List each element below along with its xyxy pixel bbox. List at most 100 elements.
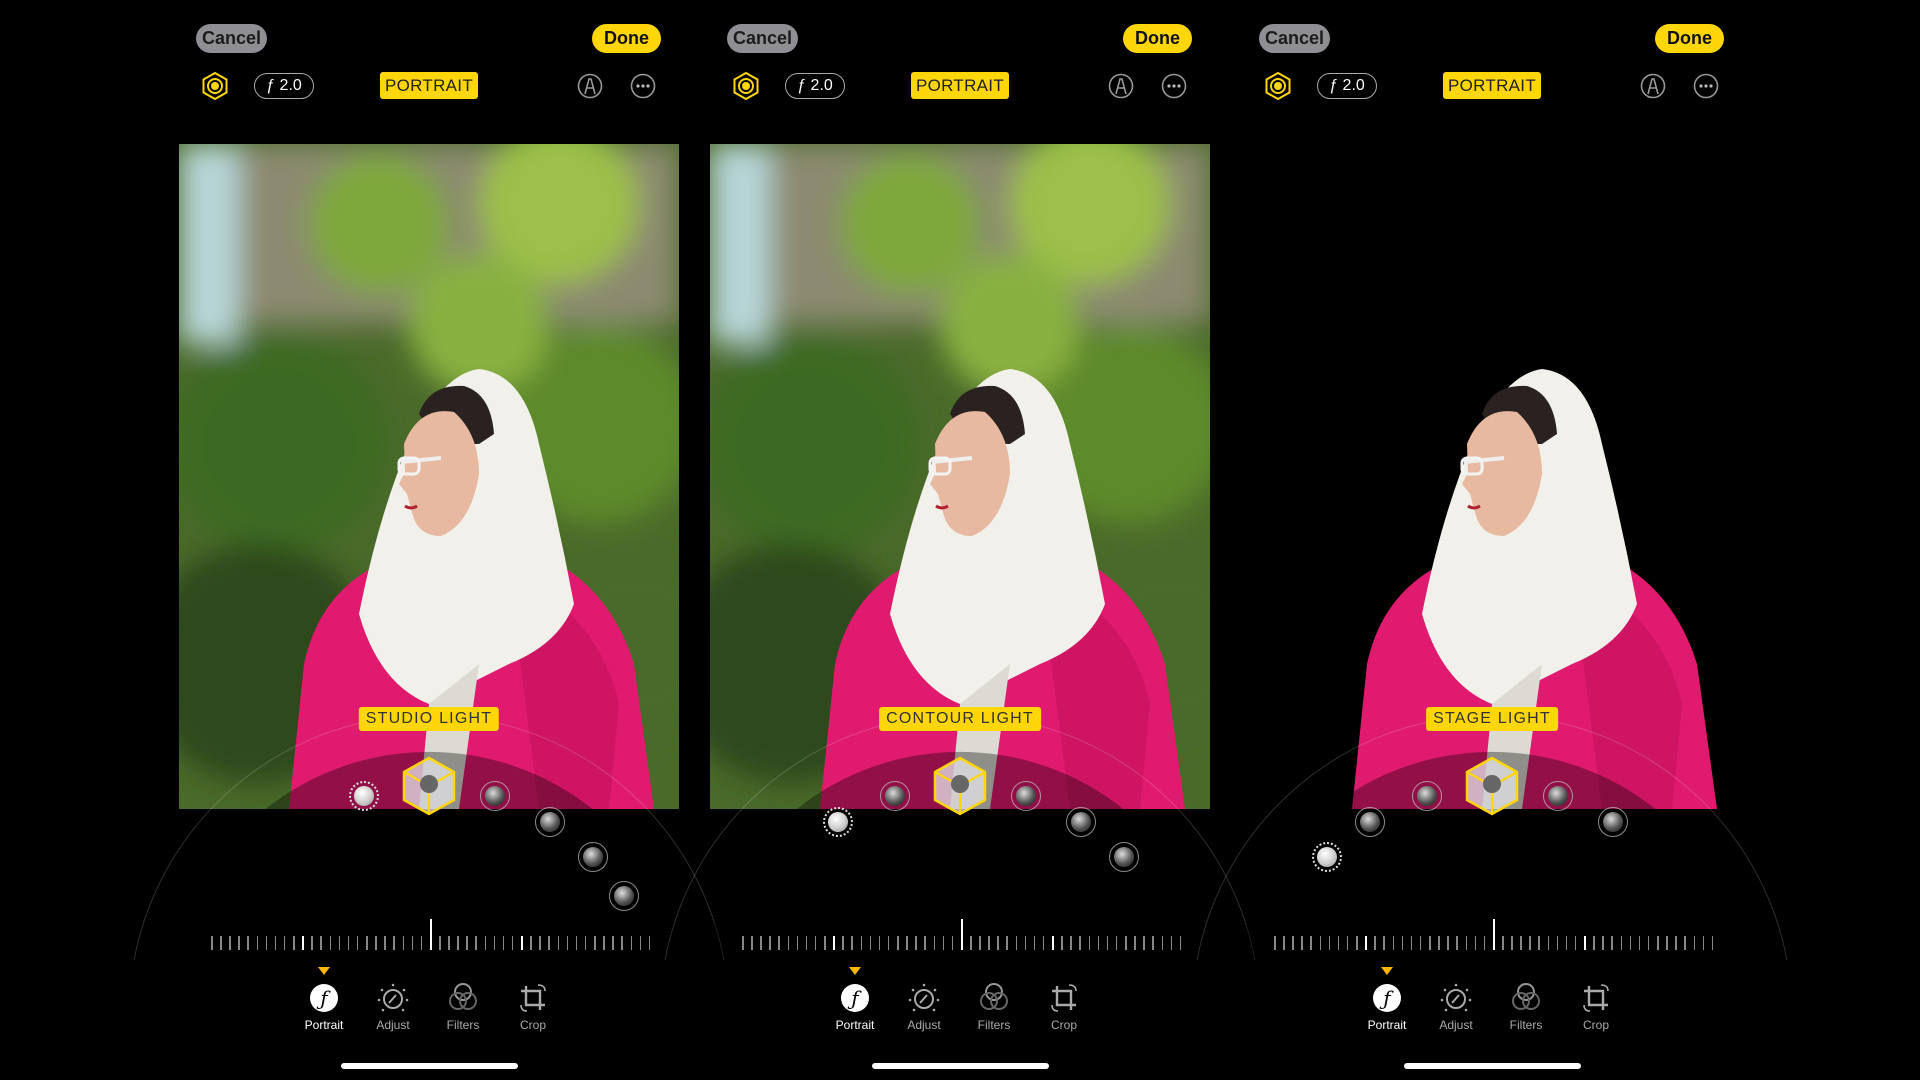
markup-pen-icon[interactable] [1108, 73, 1134, 99]
light-option[interactable] [535, 807, 565, 837]
light-option[interactable] [1543, 781, 1573, 811]
light-option[interactable] [349, 781, 379, 811]
more-options-icon[interactable] [1161, 73, 1187, 99]
more-options-icon[interactable] [630, 73, 656, 99]
portrait-lighting-hex-icon[interactable] [732, 72, 760, 100]
slider-tick [475, 936, 477, 950]
slider-tick [1079, 936, 1081, 950]
adjust-dial-icon [908, 983, 940, 1012]
markup-pen-icon[interactable] [577, 73, 603, 99]
tool-portrait[interactable]: ƒ Portrait [825, 982, 885, 1032]
slider-tick [393, 936, 395, 950]
slider-tick [1647, 936, 1650, 950]
selected-light-cube[interactable] [1465, 756, 1519, 816]
slider-tick [1346, 936, 1349, 950]
slider-tick [1125, 936, 1127, 950]
tool-label: Crop [1050, 1018, 1077, 1032]
slider-tick [979, 936, 981, 950]
slider-tick [1356, 936, 1358, 950]
light-option[interactable] [1066, 807, 1096, 837]
light-option[interactable] [1312, 842, 1342, 872]
editor-panel: Cancel Done ƒ 2.0 PORTRAIT STUDIO LIGHT … [133, 0, 725, 1080]
editor-panel: Cancel Done ƒ 2.0 PORTRAIT STAGE LIGHT ƒ… [1196, 0, 1788, 1080]
slider-tick [639, 936, 642, 950]
slider-tick [1657, 936, 1659, 950]
tool-filters[interactable]: Filters [1496, 982, 1556, 1032]
filters-circles-icon [1512, 983, 1540, 1010]
done-button[interactable]: Done [592, 24, 661, 53]
light-option[interactable] [1011, 781, 1041, 811]
cancel-button[interactable]: Cancel [196, 24, 267, 53]
selected-light-cube[interactable] [933, 756, 987, 816]
markup-pen-icon[interactable] [1640, 73, 1666, 99]
slider-tick [906, 936, 908, 950]
portrait-f-icon: ƒ [310, 984, 338, 1012]
slider-tick [1602, 936, 1604, 950]
slider-tick [1529, 936, 1531, 950]
slider-tick [924, 936, 926, 950]
home-indicator [341, 1063, 518, 1069]
tool-portrait[interactable]: ƒ Portrait [1357, 982, 1417, 1032]
tool-adjust[interactable]: Adjust [363, 982, 423, 1032]
tool-crop[interactable]: Crop [1034, 982, 1094, 1032]
portrait-toggle[interactable]: PORTRAIT [380, 72, 478, 99]
light-option[interactable] [1355, 807, 1385, 837]
slider-tick [293, 936, 295, 950]
light-option[interactable] [578, 842, 608, 872]
cancel-button[interactable]: Cancel [727, 24, 798, 53]
intensity-slider[interactable] [179, 910, 679, 950]
slider-tick [751, 936, 753, 950]
light-sphere-icon [885, 786, 905, 806]
slider-tick [211, 936, 213, 950]
light-sphere-icon [1114, 847, 1134, 867]
lighting-effect-label: CONTOUR LIGHT [879, 707, 1041, 731]
editor-panel: Cancel Done ƒ 2.0 PORTRAIT CONTOUR LIGHT… [664, 0, 1256, 1080]
aperture-button[interactable]: ƒ 2.0 [254, 73, 314, 99]
tool-crop[interactable]: Crop [1566, 982, 1626, 1032]
selected-light-cube[interactable] [402, 756, 456, 816]
slider-tick [1574, 936, 1577, 950]
slider-tick [1365, 936, 1367, 950]
light-option[interactable] [823, 807, 853, 837]
slider-tick [769, 936, 771, 950]
tool-adjust[interactable]: Adjust [894, 982, 954, 1032]
light-option[interactable] [1598, 807, 1628, 837]
slider-tick [1429, 936, 1431, 950]
slider-tick [1383, 936, 1385, 950]
portrait-lighting-hex-icon[interactable] [1264, 72, 1292, 100]
slider-tick [814, 936, 817, 950]
slider-tick [502, 936, 505, 950]
slider-tick [951, 936, 954, 950]
done-button[interactable]: Done [1123, 24, 1192, 53]
light-option[interactable] [609, 881, 639, 911]
aperture-button[interactable]: ƒ 2.0 [1317, 73, 1377, 99]
light-option[interactable] [480, 781, 510, 811]
portrait-lighting-hex-icon[interactable] [201, 72, 229, 100]
intensity-slider[interactable] [710, 910, 1210, 950]
more-options-icon[interactable] [1693, 73, 1719, 99]
slider-tick [238, 936, 240, 950]
filters-circles-icon [980, 983, 1008, 1010]
portrait-toggle[interactable]: PORTRAIT [911, 72, 1009, 99]
slider-tick [970, 936, 972, 950]
aperture-button[interactable]: ƒ 2.0 [785, 73, 845, 99]
done-button[interactable]: Done [1655, 24, 1724, 53]
tool-filters[interactable]: Filters [433, 982, 493, 1032]
slider-tick [1337, 936, 1340, 950]
light-option[interactable] [880, 781, 910, 811]
slider-tick [1492, 919, 1495, 950]
tool-adjust[interactable]: Adjust [1426, 982, 1486, 1032]
light-option[interactable] [1109, 842, 1139, 872]
slider-tick [466, 936, 468, 950]
tool-portrait[interactable]: ƒ Portrait [294, 982, 354, 1032]
portrait-toggle[interactable]: PORTRAIT [1443, 72, 1541, 99]
intensity-slider[interactable] [1242, 910, 1742, 950]
slider-tick [787, 936, 790, 950]
light-option[interactable] [1412, 781, 1442, 811]
tool-crop[interactable]: Crop [503, 982, 563, 1032]
tool-label: Adjust [907, 1018, 941, 1032]
tool-filters[interactable]: Filters [964, 982, 1024, 1032]
cancel-button[interactable]: Cancel [1259, 24, 1330, 53]
slider-tick [1502, 936, 1504, 950]
slider-tick [997, 936, 999, 950]
